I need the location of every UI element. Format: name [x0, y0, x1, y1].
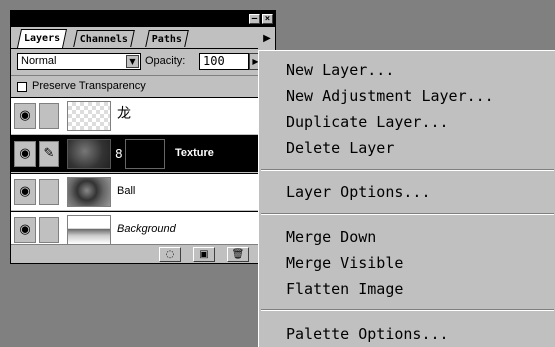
paintbrush-icon[interactable]: ✎: [39, 141, 59, 167]
blend-row: Normal ▼ Opacity: 100 ▶: [11, 49, 275, 75]
tab-channels[interactable]: Channels: [73, 30, 135, 47]
palette-tabs: Layers Channels Paths ▶: [11, 27, 275, 49]
preserve-transparency-checkbox[interactable]: [17, 82, 27, 92]
eye-icon[interactable]: ◉: [14, 141, 36, 167]
link-toggle[interactable]: [39, 103, 59, 129]
menu-separator: [261, 309, 554, 311]
menu-item-new-layer[interactable]: New Layer...: [286, 57, 394, 83]
blend-mode-select[interactable]: Normal ▼: [17, 53, 141, 70]
palette-title-bar[interactable]: – ×: [11, 11, 275, 27]
new-layer-icon[interactable]: ▣: [193, 247, 215, 262]
palette-bottom-bar: ◌ ▣ 🗑: [11, 244, 275, 263]
menu-item-merge-down[interactable]: Merge Down: [286, 224, 376, 250]
layer-name: Background: [117, 223, 176, 235]
layer-row[interactable]: ◉ 龙: [11, 97, 275, 134]
menu-item-merge-visible[interactable]: Merge Visible: [286, 250, 403, 276]
layer-thumbnail: [67, 101, 111, 131]
preserve-transparency-label: Preserve Transparency: [32, 80, 146, 92]
layer-row-selected[interactable]: ◉ ✎ 8 Texture: [11, 135, 275, 172]
trash-icon[interactable]: 🗑: [227, 247, 249, 262]
palette-menu-arrow-icon[interactable]: ▶: [261, 32, 273, 46]
menu-separator: [261, 213, 554, 215]
menu-item-layer-options[interactable]: Layer Options...: [286, 179, 431, 205]
tab-paths[interactable]: Paths: [145, 30, 189, 47]
eye-icon[interactable]: ◉: [14, 179, 36, 205]
mask-thumbnail: [125, 139, 165, 169]
layer-thumbnail: [67, 177, 111, 207]
eye-icon[interactable]: ◉: [14, 217, 36, 243]
layer-row[interactable]: ◉ Background: [11, 211, 275, 244]
opacity-field[interactable]: 100: [199, 53, 249, 70]
menu-item-flatten-image[interactable]: Flatten Image: [286, 276, 403, 302]
eye-icon[interactable]: ◉: [14, 103, 36, 129]
link-toggle[interactable]: [39, 217, 59, 243]
menu-item-delete-layer[interactable]: Delete Layer: [286, 135, 394, 161]
dropdown-arrow-icon[interactable]: ▼: [126, 55, 139, 68]
layer-name: Texture: [175, 147, 214, 159]
palette-menu: New Layer... New Adjustment Layer... Dup…: [258, 50, 555, 347]
link-toggle[interactable]: [39, 179, 59, 205]
layer-thumbnail: [67, 215, 111, 244]
minimize-button[interactable]: –: [249, 14, 260, 24]
layer-row[interactable]: ◉ Ball: [11, 173, 275, 210]
tab-layers[interactable]: Layers: [16, 29, 68, 48]
menu-separator: [261, 169, 554, 171]
blend-mode-value: Normal: [21, 55, 57, 67]
close-button[interactable]: ×: [262, 14, 273, 24]
layer-name: Ball: [117, 185, 136, 197]
opacity-label: Opacity:: [145, 55, 186, 67]
layers-palette: – × Layers Channels Paths ▶ Normal ▼ Opa…: [10, 10, 276, 264]
mask-link-icon: 8: [115, 147, 123, 161]
layer-thumbnail: [67, 139, 111, 169]
add-mask-icon[interactable]: ◌: [159, 247, 181, 262]
layer-name: 龙: [117, 105, 131, 121]
menu-item-new-adjustment-layer[interactable]: New Adjustment Layer...: [286, 83, 494, 109]
menu-item-palette-options[interactable]: Palette Options...: [286, 321, 449, 347]
preserve-transparency-row: Preserve Transparency: [11, 75, 275, 97]
menu-item-duplicate-layer[interactable]: Duplicate Layer...: [286, 109, 449, 135]
